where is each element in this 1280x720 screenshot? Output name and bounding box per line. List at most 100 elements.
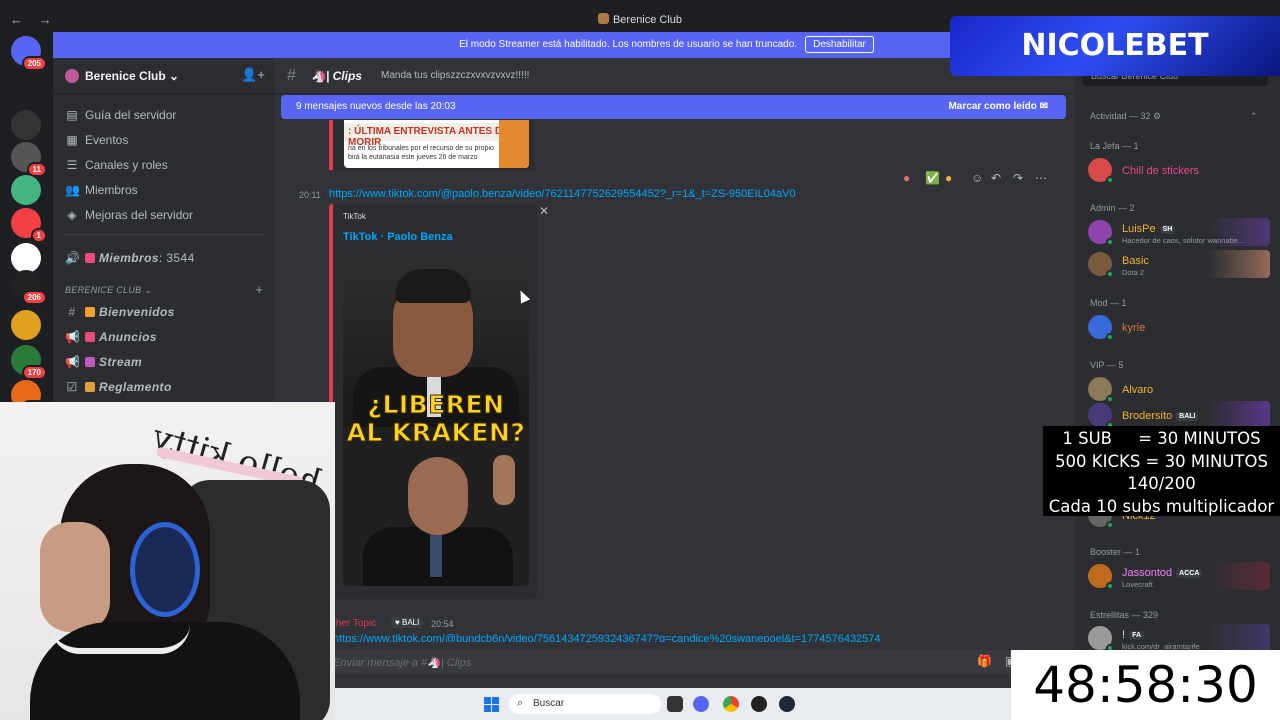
server-icon[interactable] <box>11 110 41 140</box>
avatar[interactable] <box>1088 252 1114 278</box>
avatar[interactable] <box>1088 315 1114 341</box>
server-icon <box>597 13 609 24</box>
guide-icon: ▤ <box>66 108 78 122</box>
thumb-tie-2 <box>430 532 442 577</box>
previous-embed-image[interactable]: : ÚLTIMA ENTREVISTA ANTES DE MORIR na en… <box>344 120 529 168</box>
channel-anuncios[interactable]: 📢 Anuncios <box>65 330 157 344</box>
avatar[interactable] <box>1088 158 1114 184</box>
member-row[interactable]: LuisPe SH Hacedor de caos, solutor wannabe… <box>1088 218 1270 246</box>
member-name: Jassontod ACCA <box>1122 567 1203 579</box>
windows-start-icon[interactable] <box>484 697 499 712</box>
nav-channels-roles[interactable]: ☰ Canales y roles <box>65 158 168 172</box>
message2-link[interactable]: https://www.tiktok.com/@bundcb6n/video/7… <box>333 633 893 642</box>
profile-banner <box>1208 250 1270 278</box>
member-row[interactable]: Chill de stickers <box>1088 156 1268 184</box>
member-list: Buscar Berenice Club Actividad — 32 ⚙ ⌃ L… <box>1075 58 1280 688</box>
list-icon: ☰ <box>66 158 78 172</box>
nav-events[interactable]: ▦ Eventos <box>65 133 128 147</box>
message-link[interactable]: https://www.tiktok.com/@paolo.benza/vide… <box>329 188 796 200</box>
invite-icon[interactable]: 👤+ <box>241 67 265 83</box>
channel-stream[interactable]: 📢 Stream <box>65 355 142 369</box>
group-booster: Booster — 1 <box>1090 547 1141 557</box>
member-status: Lovecraft <box>1122 580 1153 589</box>
group-vip: VIP — 5 <box>1090 360 1124 370</box>
server-icon[interactable] <box>11 310 41 340</box>
channel-bienvenidos[interactable]: # Bienvenidos <box>65 305 175 319</box>
group-admin: Admin — 2 <box>1090 203 1135 213</box>
mark-read-button[interactable]: Marcar como leído ✉ <box>948 101 1048 112</box>
server-icon[interactable] <box>11 175 41 205</box>
member-row[interactable]: Brodersito BALI <box>1088 401 1270 429</box>
file-explorer-icon[interactable] <box>667 696 683 712</box>
profile-banner <box>1208 401 1270 429</box>
group-mod: Mod — 1 <box>1090 298 1127 308</box>
server-icon[interactable]: 1 <box>11 208 47 243</box>
server-header[interactable]: Berenice Club ⌄ 👤+ <box>53 58 275 94</box>
discord-icon[interactable] <box>693 696 709 712</box>
unread-badge: 170 <box>21 365 47 380</box>
online-status-icon <box>1106 582 1114 590</box>
nav-members[interactable]: 👥 Miembros <box>65 183 138 197</box>
subathon-rules: 1 SUB = 30 MINUTOS 500 KICKS = 30 MINUTO… <box>1043 426 1280 516</box>
member-status: Dota 2 <box>1122 268 1145 277</box>
embed-thumbnail[interactable]: ¿LIBEREN AL KRAKEN? <box>343 257 529 586</box>
speaker-icon: 🔊 <box>65 251 81 265</box>
member-row[interactable]: Alvaro <box>1088 375 1268 403</box>
avatar[interactable] <box>1088 564 1114 590</box>
member-row[interactable]: kyrie <box>1088 313 1268 341</box>
nav-guide[interactable]: ▤ Guía del servidor <box>65 108 176 122</box>
channel-miembros[interactable]: 🔊 Miembros: 3544 <box>65 251 195 265</box>
chrome-icon[interactable] <box>723 696 739 712</box>
server-icon[interactable]: 11 <box>11 142 47 177</box>
channel-topic[interactable]: Manda tus clipszzczxvxvzvxvz!!!!! <box>381 70 529 81</box>
logo-text: NICOLEBET <box>1021 28 1209 63</box>
avatar[interactable] <box>1088 220 1114 246</box>
online-status-icon <box>1106 521 1114 529</box>
heart-emoji <box>85 253 95 263</box>
checklist-icon: ☑ <box>66 380 78 394</box>
forward-icon[interactable]: ↷ <box>1013 171 1023 185</box>
category-berenice-club[interactable]: BERENICE CLUB ⌄ <box>65 285 152 296</box>
message-composer[interactable]: Enviar mensaje a #🦄| Clips 🎁 ▣ ☺ <box>325 650 1067 674</box>
megaphone-emoji <box>85 332 95 342</box>
disable-streamer-button[interactable]: Deshabilitar <box>805 36 874 53</box>
reaction-icon[interactable]: ● <box>903 171 910 185</box>
member-row[interactable]: ! FA kick.com/dr_airamtarife <box>1088 624 1270 652</box>
nav-boosts[interactable]: ◈ Mejoras del servidor <box>65 208 193 222</box>
taskbar-search[interactable]: ⌕ Buscar <box>509 694 661 714</box>
laugh-reaction-icon[interactable]: ● <box>945 171 952 185</box>
add-reaction-icon[interactable]: ☺ <box>971 171 983 185</box>
avatar[interactable] <box>1088 626 1114 652</box>
message2-author[interactable]: ther Topic <box>333 618 376 629</box>
embed-title[interactable]: TikTok · Paolo Benza <box>343 231 453 243</box>
reply-icon[interactable]: ↶ <box>991 171 1001 185</box>
server-icon[interactable]: 206 <box>11 270 47 305</box>
avatar[interactable] <box>1088 403 1114 429</box>
new-messages-bar[interactable]: 9 mensajes nuevos desde las 20:03 Marcar… <box>281 95 1066 119</box>
new-messages-text: 9 mensajes nuevos desde las 20:03 <box>296 101 456 112</box>
previous-embed: : ÚLTIMA ENTREVISTA ANTES DE MORIR na en… <box>329 120 534 170</box>
more-icon[interactable]: ⋯ <box>1035 171 1047 185</box>
server-icon[interactable]: 205 <box>11 36 47 71</box>
member-tag: ACCA <box>1176 569 1203 578</box>
app-icon[interactable] <box>751 696 767 712</box>
group-activity[interactable]: Actividad — 32 ⚙ ⌃ <box>1090 111 1258 122</box>
add-channel-icon[interactable]: + <box>255 282 263 297</box>
server-icon[interactable]: 170 <box>11 345 47 380</box>
checkmark-reaction-icon[interactable]: ✅ <box>925 171 940 185</box>
megaphone-icon: 📢 <box>65 355 81 369</box>
member-tag: SH <box>1159 225 1176 234</box>
avatar[interactable] <box>1088 377 1114 403</box>
channel-reglamento[interactable]: ☑ Reglamento <box>65 380 172 394</box>
unicorn-emoji <box>85 357 95 367</box>
wave-emoji <box>85 307 95 317</box>
gift-icon[interactable]: 🎁 <box>977 654 992 668</box>
server-icon[interactable] <box>11 243 41 273</box>
server-name[interactable]: Berenice Club ⌄ <box>85 69 179 83</box>
preview-accent <box>499 120 529 168</box>
member-row[interactable]: Basic Dota 2 <box>1088 250 1270 278</box>
group-la-jefa: La Jefa — 1 <box>1090 141 1139 151</box>
close-icon[interactable]: ✕ <box>539 204 549 218</box>
steam-icon[interactable] <box>779 696 795 712</box>
member-row[interactable]: Jassontod ACCA Lovecraft <box>1088 562 1270 590</box>
